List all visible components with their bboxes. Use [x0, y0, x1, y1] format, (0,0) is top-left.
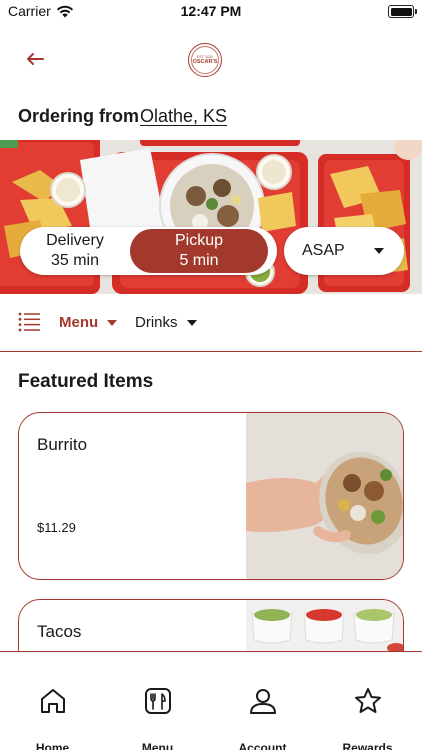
delivery-time: 35 min — [50, 252, 100, 269]
location-link[interactable]: Olathe, KS — [140, 106, 227, 127]
delivery-option[interactable]: Delivery 35 min — [20, 227, 130, 275]
tab-account-label: Account — [238, 741, 287, 750]
chevron-down-icon — [186, 319, 197, 326]
battery-icon — [388, 5, 417, 18]
item-price: $11.29 — [37, 520, 76, 535]
category-drinks-label: Drinks — [135, 314, 178, 331]
tab-menu[interactable]: Menu — [105, 652, 210, 750]
chevron-down-icon — [374, 248, 384, 254]
category-list-icon[interactable] — [18, 312, 40, 332]
brand-logo: EST. 2011 OSCAR'S — [188, 43, 222, 77]
pickup-time: 5 min — [179, 252, 219, 269]
chevron-down-icon — [107, 319, 118, 326]
item-name: Burrito — [37, 435, 88, 454]
delivery-label: Delivery — [46, 232, 104, 249]
account-icon — [250, 689, 276, 714]
status-time: 12:47 PM — [180, 3, 242, 19]
featured-item-card[interactable]: Burrito $11.29 — [18, 412, 404, 580]
tab-account[interactable]: Account — [210, 652, 315, 750]
featured-heading: Featured Items — [18, 371, 154, 392]
pickup-option[interactable]: Pickup 5 min — [130, 229, 268, 273]
order-mode-toggle: Delivery 35 min Pickup 5 min — [20, 227, 277, 275]
category-menu[interactable]: Menu — [59, 314, 118, 331]
pickup-label: Pickup — [174, 232, 224, 249]
tab-rewards-label: Rewards — [342, 741, 393, 750]
category-bar: Menu Drinks — [0, 294, 422, 352]
item-name: Tacos — [37, 622, 82, 641]
tab-rewards[interactable]: Rewards — [315, 652, 420, 750]
ordering-from-label: Ordering from — [18, 106, 140, 126]
category-menu-label: Menu — [59, 314, 99, 331]
order-time-value: ASAP — [302, 242, 345, 259]
order-time-select[interactable]: ASAP — [284, 227, 404, 275]
home-icon — [41, 689, 65, 713]
tab-home-label: Home — [35, 741, 70, 750]
category-drinks[interactable]: Drinks — [135, 314, 197, 331]
burrito-image — [246, 413, 403, 579]
logo-name: OSCAR'S — [192, 59, 218, 65]
tab-menu-label: Menu — [141, 741, 174, 750]
bottom-tab-bar: Home Menu Account Rewards — [0, 651, 422, 750]
back-arrow-icon[interactable] — [22, 46, 48, 72]
tab-home[interactable]: Home — [0, 652, 105, 750]
star-icon — [355, 688, 381, 713]
status-bar: Carrier 12:47 PM — [0, 0, 422, 24]
menu-utensils-icon — [145, 688, 171, 714]
